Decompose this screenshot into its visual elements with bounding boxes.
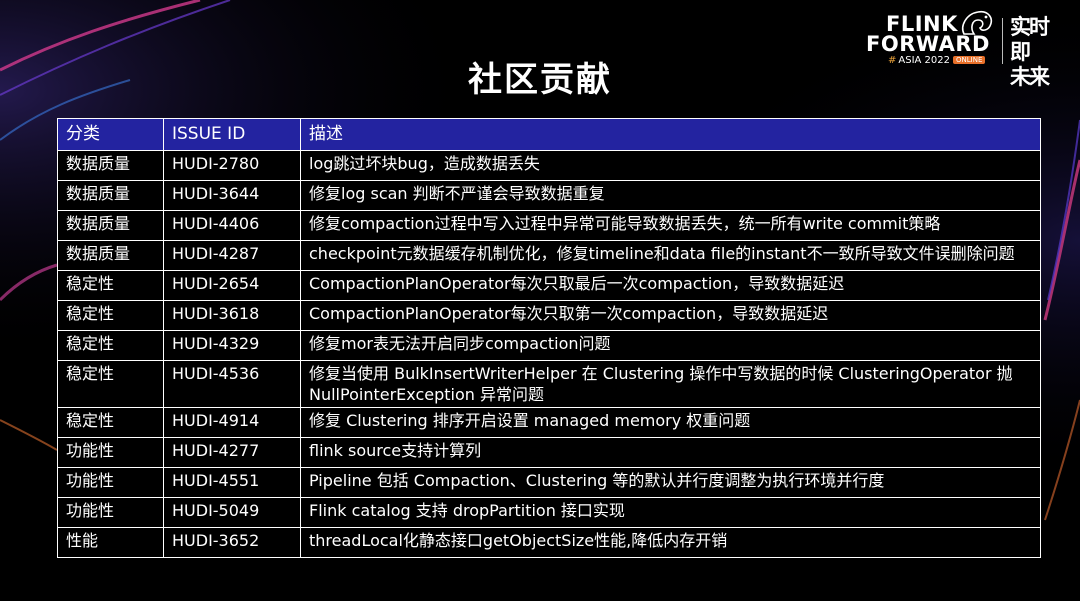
- cell-issue-id: HUDI-4536: [163, 360, 301, 408]
- table-row: 稳定性 HUDI-2654 CompactionPlanOperator每次只取最后…: [57, 270, 1041, 301]
- table-row: 数据质量 HUDI-3644 修复log scan 判断不严谨会导致数据重复: [57, 180, 1041, 211]
- table-header-row: 分类 ISSUE ID 描述: [57, 118, 1041, 151]
- cell-issue-id: HUDI-3652: [163, 527, 301, 558]
- cell-issue-id: HUDI-2654: [163, 270, 301, 301]
- cell-category: 稳定性: [57, 300, 164, 331]
- cell-issue-id: HUDI-2780: [163, 150, 301, 181]
- cell-category: 数据质量: [57, 150, 164, 181]
- cell-issue-id: HUDI-4329: [163, 330, 301, 361]
- cell-description: flink source支持计算列: [300, 437, 1041, 468]
- cell-description: 修复mor表无法开启同步compaction问题: [300, 330, 1041, 361]
- cell-issue-id: HUDI-5049: [163, 497, 301, 528]
- header-description: 描述: [300, 118, 1041, 151]
- header-category: 分类: [57, 118, 164, 151]
- cell-category: 功能性: [57, 437, 164, 468]
- page-title: 社区贡献: [468, 60, 612, 100]
- table-row: 功能性 HUDI-5049 Flink catalog 支持 dropPartiti…: [57, 497, 1041, 528]
- cell-issue-id: HUDI-4914: [163, 407, 301, 438]
- table-row: 功能性 HUDI-4551 Pipeline 包括 Compaction、Clust…: [57, 467, 1041, 498]
- table-row: 数据质量 HUDI-4287 checkpoint元数据缓存机制优化，修复timel…: [57, 240, 1041, 271]
- table-row: 数据质量 HUDI-2780 log跳过坏块bug，造成数据丢失: [57, 150, 1041, 181]
- cell-category: 性能: [57, 527, 164, 558]
- table-row: 稳定性 HUDI-4914 修复 Clustering 排序开启设置 managed…: [57, 407, 1041, 438]
- table-body: 数据质量 HUDI-2780 log跳过坏块bug，造成数据丢失 数据质量 HUDI-3…: [57, 150, 1041, 558]
- cell-category: 数据质量: [57, 240, 164, 271]
- cell-category: 稳定性: [57, 407, 164, 438]
- cell-description: 修复当使用 BulkInsertWriterHelper 在 Clusterin…: [300, 360, 1041, 408]
- table-row: 数据质量 HUDI-4406 修复compaction过程中写入过程中异常可能导致数…: [57, 210, 1041, 241]
- cell-category: 数据质量: [57, 210, 164, 241]
- table-row: 性能 HUDI-3652 threadLocal化静态接口getObjectSize…: [57, 527, 1041, 558]
- header-issue-id: ISSUE ID: [163, 118, 301, 151]
- cell-issue-id: HUDI-4277: [163, 437, 301, 468]
- cell-issue-id: HUDI-4406: [163, 210, 301, 241]
- cell-category: 功能性: [57, 467, 164, 498]
- cell-description: 修复 Clustering 排序开启设置 managed memory 权重问题: [300, 407, 1041, 438]
- cell-issue-id: HUDI-3618: [163, 300, 301, 331]
- cell-issue-id: HUDI-4551: [163, 467, 301, 498]
- table-row: 稳定性 HUDI-4329 修复mor表无法开启同步compaction问题: [57, 330, 1041, 361]
- cell-category: 稳定性: [57, 360, 164, 408]
- table-row: 稳定性 HUDI-3618 CompactionPlanOperator每次只取第一…: [57, 300, 1041, 331]
- cell-description: log跳过坏块bug，造成数据丢失: [300, 150, 1041, 181]
- squirrel-icon: [962, 10, 993, 35]
- cell-description: Pipeline 包括 Compaction、Clustering 等的默认并行…: [300, 467, 1041, 498]
- cell-description: CompactionPlanOperator每次只取最后一次compaction…: [300, 270, 1041, 301]
- table-row: 功能性 HUDI-4277 flink source支持计算列: [57, 437, 1041, 468]
- cell-issue-id: HUDI-3644: [163, 180, 301, 211]
- cell-description: CompactionPlanOperator每次只取第一次compaction，…: [300, 300, 1041, 331]
- cell-description: checkpoint元数据缓存机制优化，修复timeline和data file…: [300, 240, 1041, 271]
- issues-table: 分类 ISSUE ID 描述 数据质量 HUDI-2780 log跳过坏块bug，造…: [57, 118, 1041, 558]
- cell-description: Flink catalog 支持 dropPartition 接口实现: [300, 497, 1041, 528]
- cell-issue-id: HUDI-4287: [163, 240, 301, 271]
- cell-category: 功能性: [57, 497, 164, 528]
- cell-category: 数据质量: [57, 180, 164, 211]
- table-row: 稳定性 HUDI-4536 修复当使用 BulkInsertWriterHelper…: [57, 360, 1041, 408]
- cell-description: 修复log scan 判断不严谨会导致数据重复: [300, 180, 1041, 211]
- cell-category: 稳定性: [57, 270, 164, 301]
- cell-description: threadLocal化静态接口getObjectSize性能,降低内存开销: [300, 527, 1041, 558]
- cell-description: 修复compaction过程中写入过程中异常可能导致数据丢失，统一所有write…: [300, 210, 1041, 241]
- cell-category: 稳定性: [57, 330, 164, 361]
